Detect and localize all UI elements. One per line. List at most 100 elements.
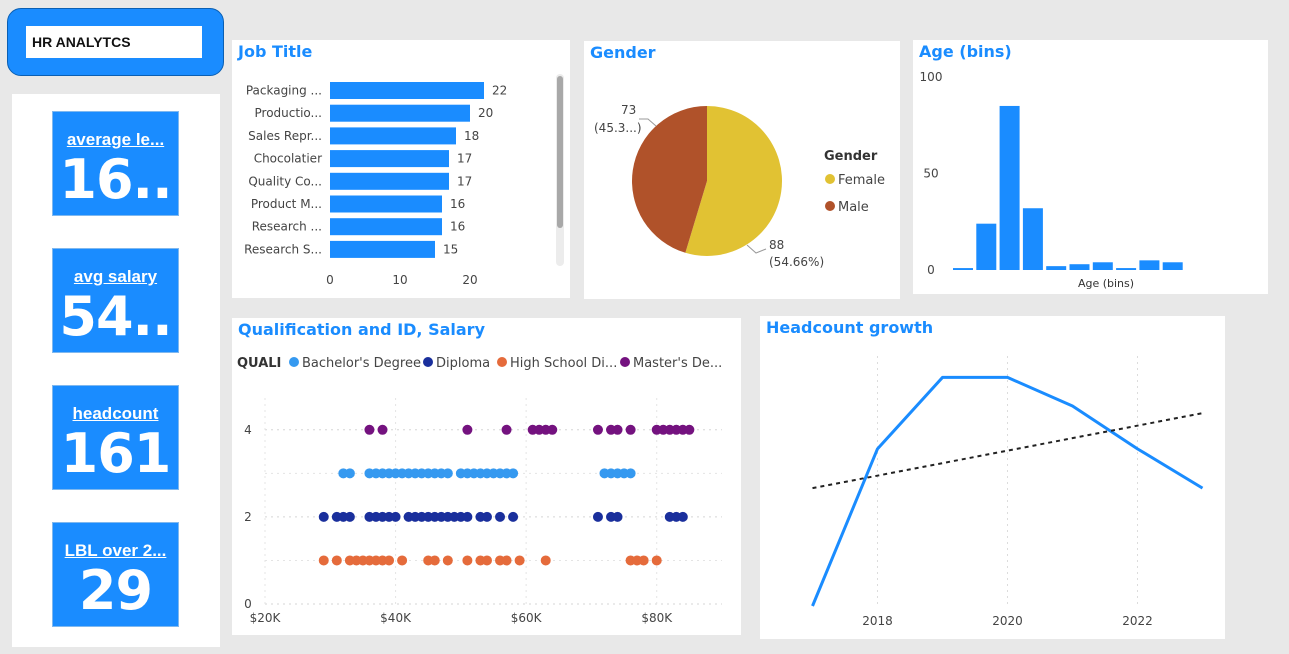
scatter-point — [390, 511, 401, 522]
legend-label: Diploma — [436, 356, 490, 371]
kpi-card-lbl-over[interactable]: LBL over 2... 29 — [52, 522, 179, 627]
kpi-value: 29 — [78, 559, 153, 622]
bar — [1139, 260, 1160, 270]
legend-label: Master's De... — [633, 356, 722, 371]
bar-category-label: Productio... — [255, 106, 322, 120]
x-tick-label: $40K — [380, 611, 412, 625]
scatter-point — [318, 555, 329, 566]
y-tick-label: 4 — [244, 423, 252, 437]
scatter-point — [495, 511, 506, 522]
bar-value-label: 22 — [492, 84, 507, 98]
kpi-card-avg-salary[interactable]: avg salary 54.. — [52, 248, 179, 353]
x-tick-label: 10 — [392, 273, 407, 287]
bar — [330, 82, 484, 99]
scatter-point — [625, 424, 636, 435]
pie-data-label: 73 — [621, 103, 636, 117]
pie-data-label: (45.3...) — [594, 121, 642, 135]
bar — [330, 127, 456, 145]
gender-chart: 88 (54.66%) 73 (45.3...) Gender Female Male — [594, 103, 885, 269]
legend-swatch — [825, 201, 835, 211]
x-tick-label: 20 — [462, 273, 477, 287]
scatter-point — [508, 511, 519, 522]
scatter-point — [677, 511, 688, 522]
bar-category-label: Research ... — [252, 220, 322, 234]
scatter-point — [344, 468, 355, 479]
legend-title: Gender — [824, 149, 878, 164]
y-tick-label: 2 — [244, 510, 252, 524]
dashboard-title: HR ANALYTCS — [26, 26, 202, 58]
bar-value-label: 17 — [457, 152, 472, 166]
pie-data-label: 88 — [769, 238, 784, 252]
scatter-point — [397, 555, 408, 566]
legend-swatch — [825, 174, 835, 184]
scatter-point — [612, 511, 623, 522]
bar — [330, 218, 442, 236]
kpi-value: 161 — [60, 422, 172, 485]
scatter-point — [344, 511, 355, 522]
bar-value-label: 18 — [464, 129, 479, 143]
bar — [1046, 266, 1067, 270]
job-title-panel[interactable]: Job Title Packaging ... 22 Productio... 20 S… — [232, 40, 570, 298]
headcount-growth-chart: 2018 2020 2022 — [811, 356, 1204, 628]
job-title-chart: Packaging ... 22 Productio... 20 Sales Repr.… — [244, 74, 564, 287]
bar-value-label: 16 — [450, 197, 465, 211]
scatter-point — [481, 555, 492, 566]
scatter-point — [442, 468, 453, 479]
kpi-label: LBL over 2... — [64, 541, 167, 560]
y-tick-label: 50 — [923, 167, 938, 181]
bar — [330, 150, 449, 168]
scatter-point — [318, 511, 329, 522]
scatter-point — [501, 555, 512, 566]
qualification-chart: QUALI Bachelor's Degree Diploma High School… — [237, 356, 722, 625]
bar — [330, 240, 435, 258]
x-tick-label: 2022 — [1122, 614, 1153, 628]
scatter-point — [547, 424, 558, 435]
scrollbar-thumb — [557, 76, 563, 228]
scatter-point — [384, 555, 395, 566]
kpi-card-headcount[interactable]: headcount 161 — [52, 385, 179, 490]
scatter-point — [442, 555, 453, 566]
leader-line — [639, 118, 657, 127]
headcount-growth-panel[interactable]: Headcount growth 2018 2020 2022 — [760, 316, 1225, 639]
legend-swatch — [620, 357, 630, 367]
bar — [330, 172, 449, 190]
dashboard-title-box: HR ANALYTCS — [7, 8, 224, 76]
scatter-point — [364, 424, 375, 435]
bar-category-label: Packaging ... — [246, 84, 322, 98]
gender-panel[interactable]: Gender 88 (54.66%) 73 (45.3...) Gender Female… — [584, 41, 900, 299]
bar — [1162, 262, 1183, 270]
legend-swatch — [423, 357, 433, 367]
bar-value-label: 15 — [443, 242, 458, 256]
qualification-panel[interactable]: Qualification and ID, Salary QUALI Bachel… — [232, 318, 741, 635]
kpi-card-average-length[interactable]: average le... 16.. — [52, 111, 179, 216]
legend-label: Male — [838, 200, 869, 215]
bar — [330, 195, 442, 213]
legend-title: QUALI — [237, 356, 281, 371]
x-tick-label: 0 — [326, 273, 334, 287]
bar — [976, 223, 997, 270]
scatter-point — [638, 555, 649, 566]
bar-category-label: Chocolatier — [254, 152, 322, 166]
kpi-value: 54.. — [59, 285, 172, 348]
y-tick-label: 0 — [244, 597, 252, 611]
scatter-point — [684, 424, 695, 435]
legend-swatch — [497, 357, 507, 367]
x-tick-label: 2020 — [992, 614, 1023, 628]
x-tick-label: $60K — [511, 611, 543, 625]
bar — [953, 268, 973, 270]
bar — [1022, 208, 1043, 270]
scatter-point — [540, 555, 551, 566]
scatter-point — [625, 468, 636, 479]
bar — [999, 105, 1020, 270]
scatter-point — [592, 511, 603, 522]
bar — [1116, 268, 1137, 270]
scatter-point — [501, 424, 512, 435]
scatter-point — [481, 511, 492, 522]
x-tick-label: $80K — [641, 611, 673, 625]
legend-label: Female — [838, 173, 885, 188]
y-tick-label: 0 — [927, 263, 935, 277]
age-panel[interactable]: Age (bins) 0 50 100 Age (bins) — [913, 40, 1268, 294]
scatter-point — [331, 555, 342, 566]
kpi-label: average le... — [66, 130, 165, 149]
x-tick-label: $20K — [250, 611, 282, 625]
